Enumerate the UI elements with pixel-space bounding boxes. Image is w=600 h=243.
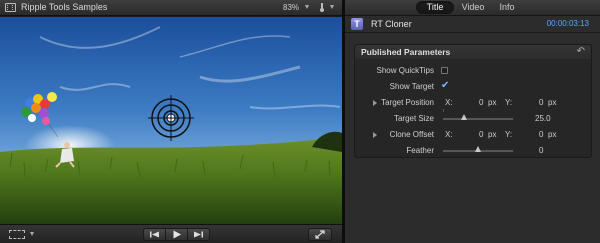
target-position-ticks (443, 109, 444, 112)
chevron-down-icon[interactable] (330, 5, 334, 9)
play-button[interactable] (165, 228, 188, 241)
target-position-y-value[interactable]: 0 (539, 98, 543, 107)
reset-arrow-icon[interactable]: ↶ (577, 46, 585, 57)
target-position-x-value[interactable]: 0 (479, 98, 483, 107)
published-parameters-panel: Published Parameters ↶ Show QuickTips Sh… (354, 44, 592, 158)
chevron-down-icon[interactable] (305, 5, 309, 9)
feather-slider-knob[interactable] (475, 146, 481, 152)
target-size-slider-knob[interactable] (461, 114, 467, 120)
viewer-title: Ripple Tools Samples (21, 2, 108, 12)
video-frame (0, 17, 342, 224)
show-target-label: Show Target (389, 82, 434, 91)
fullscreen-icon (315, 230, 325, 239)
clone-offset-y-label: Y: (505, 130, 513, 139)
clone-offset-x-value[interactable]: 0 (479, 130, 483, 139)
target-position-x-unit: px (488, 98, 497, 107)
skip-forward-icon (194, 231, 203, 238)
clip-timecode: 00:00:03:13 (546, 19, 589, 28)
target-size-label: Target Size (393, 114, 434, 123)
film-icon (5, 3, 16, 12)
crop-icon[interactable] (9, 230, 25, 239)
fullscreen-button[interactable] (308, 228, 332, 241)
show-quicktips-label: Show QuickTips (376, 66, 435, 75)
transport-bar (0, 224, 342, 243)
clone-offset-y-unit: px (548, 130, 557, 139)
skip-back-icon (150, 231, 159, 238)
tab-info[interactable]: Info (493, 1, 521, 14)
clone-offset-x-label: X: (445, 130, 453, 139)
params-header-label: Published Parameters (361, 47, 451, 57)
clone-offset-label: Clone Offset (389, 130, 434, 139)
inspector-tabs: Title Video Info (345, 0, 600, 16)
title-clip-icon: T (351, 18, 363, 30)
video-canvas[interactable] (0, 17, 342, 224)
skip-forward-button[interactable] (187, 228, 210, 241)
viewer-panel: Ripple Tools Samples 83% (0, 0, 342, 243)
clone-offset-y-value[interactable]: 0 (539, 130, 543, 139)
clone-offset-x-unit: px (488, 130, 497, 139)
clip-name: RT Cloner (371, 19, 412, 29)
chevron-down-icon[interactable] (30, 232, 34, 236)
skip-back-button[interactable] (143, 228, 166, 241)
grass (0, 137, 342, 224)
show-quicktips-checkbox[interactable] (441, 67, 448, 74)
target-size-value[interactable]: 25.0 (535, 114, 551, 123)
feather-value[interactable]: 0 (539, 146, 543, 155)
feather-label: Feather (406, 146, 434, 155)
play-icon (173, 230, 181, 239)
show-target-checkbox[interactable]: ✔ (441, 81, 449, 91)
target-position-y-label: Y: (505, 98, 513, 107)
tab-video[interactable]: Video (455, 1, 491, 14)
thermometer-icon[interactable] (320, 3, 324, 12)
viewer-header: Ripple Tools Samples 83% (0, 0, 342, 16)
target-position-y-unit: px (548, 98, 557, 107)
target-position-x-label: X: (445, 98, 453, 107)
inspector-panel: Title Video Info T RT Cloner 00:00:03:13… (345, 0, 600, 243)
clip-header: T RT Cloner 00:00:03:13 (345, 16, 600, 33)
params-header[interactable]: Published Parameters ↶ (355, 45, 591, 59)
zoom-level[interactable]: 83% (283, 3, 299, 12)
tab-title[interactable]: Title (416, 1, 454, 14)
target-size-slider[interactable] (443, 118, 513, 120)
target-position-label: Target Position (381, 98, 434, 107)
